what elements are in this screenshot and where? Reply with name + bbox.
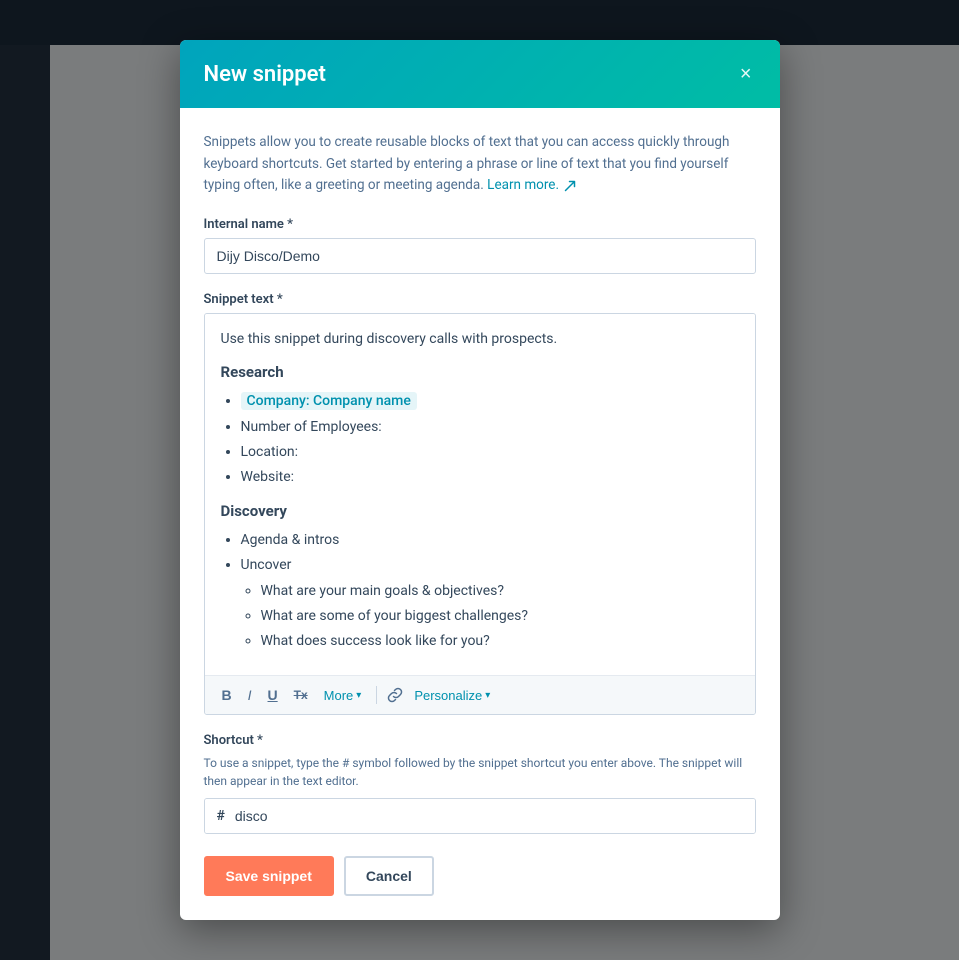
discovery-heading: Discovery (221, 499, 739, 523)
snippet-text-group: Snippet text * Use this snippet during d… (204, 292, 756, 716)
research-list: Company: Company name Number of Employee… (221, 390, 739, 489)
modal-footer: Save snippet Cancel (180, 840, 780, 920)
list-item: What are some of your biggest challenges… (261, 605, 739, 627)
external-link-icon (564, 180, 576, 192)
toolbar-divider (376, 686, 377, 704)
list-item: Location: (241, 441, 739, 463)
internal-name-input[interactable] (204, 238, 756, 274)
editor-container: Use this snippet during discovery calls … (204, 313, 756, 716)
link-icon (387, 687, 403, 703)
save-snippet-button[interactable]: Save snippet (204, 856, 334, 896)
list-item: Number of Employees: (241, 416, 739, 438)
list-item: Agenda & intros (241, 529, 739, 551)
modal-backdrop: New snippet × Snippets allow you to crea… (0, 0, 959, 960)
shortcut-label: Shortcut * (204, 733, 756, 748)
uncover-sublist: What are your main goals & objectives? W… (241, 580, 739, 653)
bold-button[interactable]: B (217, 684, 237, 707)
research-heading: Research (221, 360, 739, 384)
discovery-list: Agenda & intros Uncover What are your ma… (221, 529, 739, 653)
learn-more-link[interactable]: Learn more. (487, 177, 559, 193)
personalize-chevron-icon: ▾ (485, 690, 490, 701)
internal-name-label: Internal name * (204, 217, 756, 232)
personalize-button[interactable]: Personalize ▾ (409, 685, 495, 706)
cancel-button[interactable]: Cancel (344, 856, 434, 896)
close-button[interactable]: × (736, 60, 756, 88)
new-snippet-modal: New snippet × Snippets allow you to crea… (180, 40, 780, 920)
shortcut-hash: # (205, 799, 235, 833)
editor-intro: Use this snippet during discovery calls … (221, 328, 739, 350)
strikethrough-button[interactable]: Tx (289, 685, 313, 705)
editor-content[interactable]: Use this snippet during discovery calls … (205, 314, 755, 675)
chevron-down-icon: ▾ (356, 690, 361, 701)
internal-name-group: Internal name * (204, 217, 756, 274)
shortcut-input[interactable] (235, 799, 755, 833)
italic-button[interactable]: I (243, 684, 257, 707)
shortcut-section: Shortcut * To use a snippet, type the # … (204, 733, 756, 834)
shortcut-input-wrapper: # (204, 798, 756, 834)
editor-toolbar: B I U Tx More ▾ (205, 675, 755, 715)
list-item: Company: Company name (241, 390, 739, 412)
list-item: What does success look like for you? (261, 630, 739, 652)
snippet-text-label: Snippet text * (204, 292, 756, 307)
underline-button[interactable]: U (263, 684, 283, 707)
modal-title: New snippet (204, 62, 326, 87)
shortcut-help-text: To use a snippet, type the # symbol foll… (204, 754, 756, 790)
list-item: Uncover What are your main goals & objec… (241, 554, 739, 653)
list-item: Website: (241, 466, 739, 488)
company-token: Company: Company name (241, 392, 417, 410)
modal-body: Snippets allow you to create reusable bl… (180, 108, 780, 840)
more-button[interactable]: More ▾ (319, 685, 367, 706)
list-item: What are your main goals & objectives? (261, 580, 739, 602)
description-text: Snippets allow you to create reusable bl… (204, 132, 756, 197)
modal-header: New snippet × (180, 40, 780, 108)
